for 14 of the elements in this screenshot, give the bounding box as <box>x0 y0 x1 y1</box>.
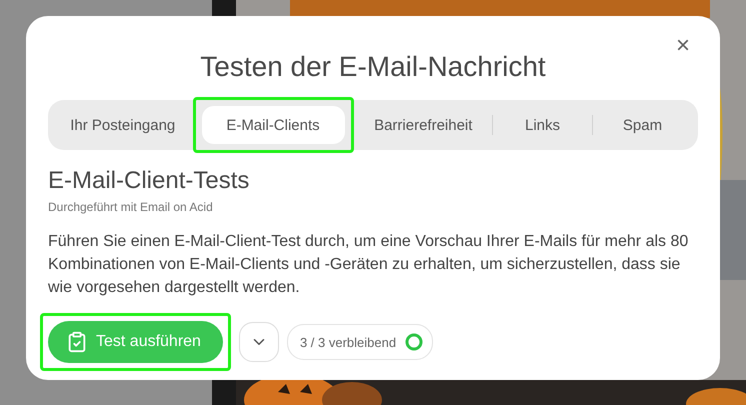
dropdown-button[interactable] <box>238 322 279 362</box>
progress-ring-icon <box>404 332 424 352</box>
remaining-count: 3 / 3 verbleibend <box>300 334 396 350</box>
tab[interactable]: E-Mail-Clients <box>202 106 344 144</box>
tab[interactable]: Links <box>493 106 592 144</box>
description-text: Führen Sie einen E-Mail-Client-Test durch, um eine Vorschau Ihrer E-Mails für mehr als 80 Kombinationen von E-Mail-Clients und -Geräten zu erhalten, um sicherzustellen, dass sie wie vorgesehen dargestellt werden. <box>48 232 690 298</box>
dialog-title: Testen der E-Mail-Nachricht <box>199 50 547 84</box>
section-subtitle: Durchgeführt mit Email on Acid <box>48 200 214 214</box>
section-heading: E-Mail-Client-Tests <box>48 166 250 196</box>
clipboard-check-icon <box>66 331 88 353</box>
tab[interactable]: Spam <box>593 106 692 144</box>
tab[interactable]: Barrierefreiheit <box>354 106 492 144</box>
close-button[interactable]: × <box>672 34 694 58</box>
tab[interactable]: Ihr Posteingang <box>54 106 192 144</box>
